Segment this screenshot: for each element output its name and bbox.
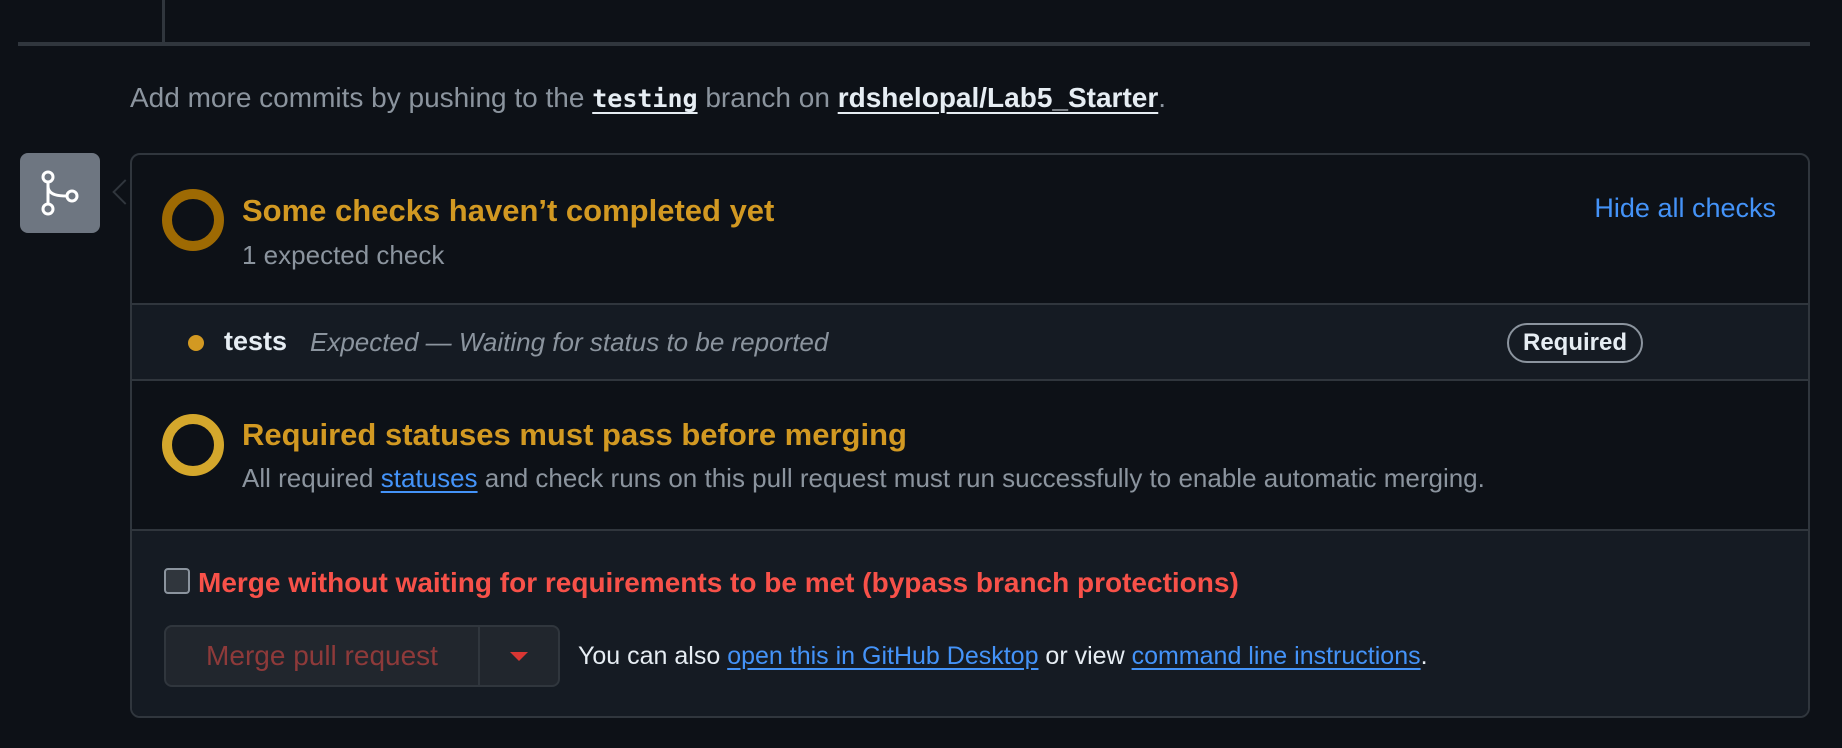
git-branch-icon — [41, 170, 79, 216]
pending-ring-icon — [162, 189, 224, 251]
command-line-link[interactable]: command line instructions — [1132, 642, 1421, 670]
github-desktop-link[interactable]: open this in GitHub Desktop — [727, 642, 1038, 670]
checks-title: Some checks haven’t completed yet — [242, 193, 775, 228]
merge-button-group: Merge pull request — [164, 625, 560, 687]
also-middle: or view — [1038, 642, 1132, 670]
pending-dot-icon — [188, 335, 204, 351]
checks-summary: Some checks haven’t completed yet 1 expe… — [132, 155, 1808, 305]
statuses-title: Required statuses must pass before mergi… — [242, 417, 907, 452]
alternate-merge-hint: You can also open this in GitHub Desktop… — [578, 642, 1428, 671]
statuses-description: All required statuses and check runs on … — [242, 463, 1485, 494]
push-hint: Add more commits by pushing to the testi… — [130, 82, 1166, 114]
push-hint-middle: branch on — [697, 82, 838, 113]
git-branch-badge — [20, 153, 100, 233]
bypass-label[interactable]: Merge without waiting for requirements t… — [198, 567, 1239, 599]
hide-all-checks-link[interactable]: Hide all checks — [1594, 193, 1776, 224]
also-prefix: You can also — [578, 642, 728, 670]
check-row[interactable]: tests Expected — Waiting for status to b… — [132, 305, 1808, 381]
check-description: Expected — Waiting for status to be repo… — [310, 327, 829, 357]
push-hint-prefix: Add more commits by pushing to the — [130, 82, 593, 113]
merge-method-dropdown[interactable] — [480, 627, 558, 685]
timeline-line — [162, 0, 165, 44]
checks-subtitle: 1 expected check — [242, 240, 445, 270]
required-statuses: Required statuses must pass before mergi… — [132, 381, 1808, 531]
merge-section: Merge without waiting for requirements t… — [132, 531, 1808, 716]
bypass-checkbox[interactable] — [164, 568, 190, 594]
repo-link[interactable]: rdshelopal/Lab5_Starter — [838, 82, 1159, 113]
required-badge: Required — [1507, 323, 1644, 363]
statuses-text-after: and check runs on this pull request must… — [477, 463, 1485, 493]
branch-name[interactable]: testing — [592, 84, 697, 113]
push-hint-suffix: . — [1158, 82, 1167, 113]
merge-box: Some checks haven’t completed yet 1 expe… — [130, 153, 1810, 718]
statuses-text-before: All required — [242, 463, 381, 493]
statuses-link[interactable]: statuses — [381, 463, 478, 493]
merge-pull-request-button[interactable]: Merge pull request — [166, 627, 480, 685]
pending-ring-icon — [162, 414, 224, 476]
check-name: tests — [224, 326, 288, 356]
triangle-down-icon — [510, 651, 528, 661]
timeline-divider — [18, 42, 1810, 46]
also-suffix: . — [1420, 642, 1428, 670]
